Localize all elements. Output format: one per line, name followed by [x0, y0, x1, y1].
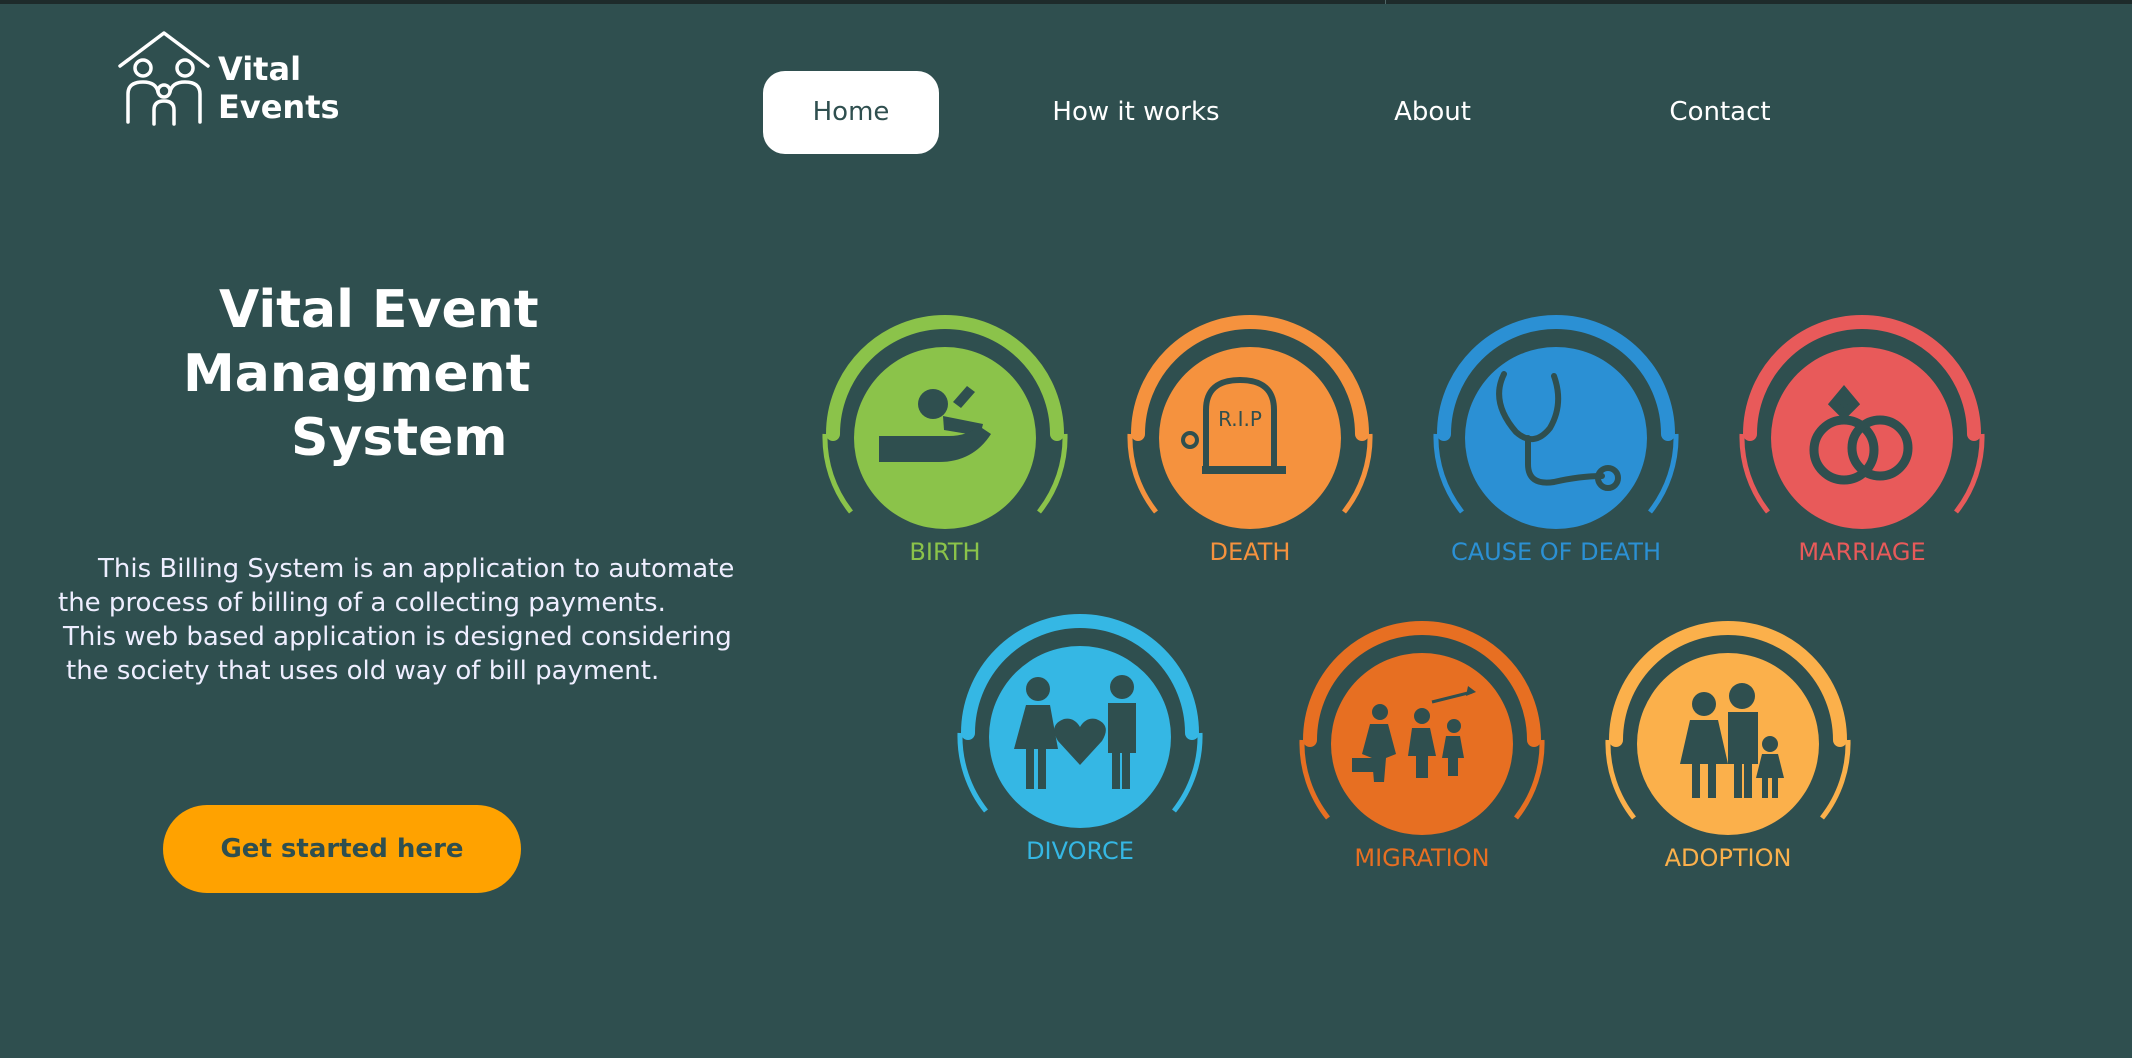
event-label-birth: BIRTH: [909, 538, 980, 566]
hero-description-line-1: This Billing System is an application to…: [98, 554, 735, 584]
window-divider: [1385, 0, 1386, 4]
event-label-migration: MIGRATION: [1354, 844, 1489, 872]
brand-line-2: Events: [218, 88, 340, 126]
house-family-icon: [118, 31, 210, 126]
event-badge-cause-of-death[interactable]: CAUSE OF DEATH: [1416, 298, 1696, 578]
nav-how-it-works[interactable]: How it works: [1020, 71, 1252, 154]
event-label-divorce: DIVORCE: [1026, 837, 1134, 865]
hero-description-line-4: the society that uses old way of bill pa…: [66, 656, 660, 686]
event-label-death: DEATH: [1210, 538, 1291, 566]
hero-title: Vital Event Managment System: [130, 278, 570, 470]
brand-logo[interactable]: Vital Events: [116, 28, 340, 133]
nav-contact[interactable]: Contact: [1640, 71, 1800, 154]
event-badge-migration[interactable]: MIGRATION: [1282, 604, 1562, 884]
event-label-adoption: ADOPTION: [1665, 844, 1792, 872]
nav-about[interactable]: About: [1360, 71, 1505, 154]
hero-title-line-2: Managment: [183, 344, 531, 404]
hero-description-line-2: the process of billing of a collecting p…: [58, 588, 666, 618]
event-badge-marriage[interactable]: MARRIAGE: [1722, 298, 2002, 578]
nav-home[interactable]: Home: [763, 71, 939, 154]
event-label-cause-of-death: CAUSE OF DEATH: [1451, 538, 1661, 566]
brand-line-1: Vital: [218, 50, 302, 88]
tombstone-text: R.I.P: [1218, 407, 1262, 431]
event-badge-death[interactable]: R.I.P DEATH: [1110, 298, 1390, 578]
hero-description-line-3: This web based application is designed c…: [63, 622, 732, 652]
event-label-marriage: MARRIAGE: [1798, 538, 1925, 566]
brand-name: Vital Events: [218, 50, 340, 126]
hero-title-line-3: System: [291, 408, 508, 468]
event-badge-divorce[interactable]: DIVORCE: [940, 597, 1220, 877]
window-top-edge: [0, 0, 2132, 4]
get-started-button[interactable]: Get started here: [163, 805, 521, 893]
event-badge-birth[interactable]: BIRTH: [805, 298, 1085, 578]
event-badge-adoption[interactable]: ADOPTION: [1588, 604, 1868, 884]
hero-title-line-1: Vital Event: [219, 280, 539, 340]
